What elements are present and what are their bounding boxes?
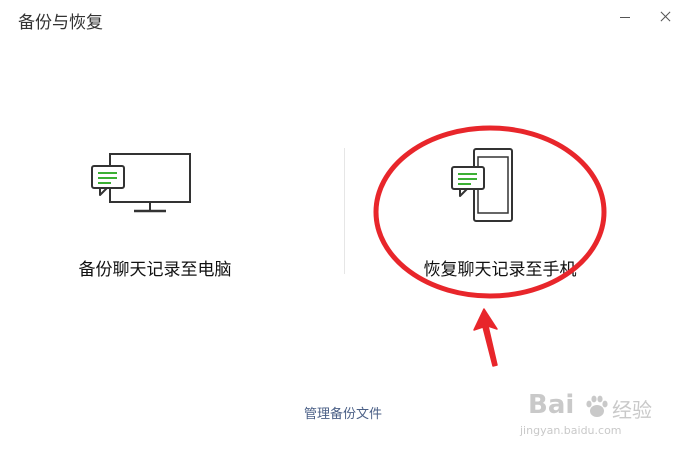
annotation-arrow [473,308,498,367]
watermark-suffix: 经验 [612,398,652,422]
watermark-logo: Bai [528,390,575,420]
paw-icon [586,395,608,417]
highlight-ellipse [373,125,607,299]
watermark-url: jingyan.baidu.com [520,424,622,437]
baidu-jingyan-watermark: Bai 经验 jingyan.baidu.com [520,388,670,448]
